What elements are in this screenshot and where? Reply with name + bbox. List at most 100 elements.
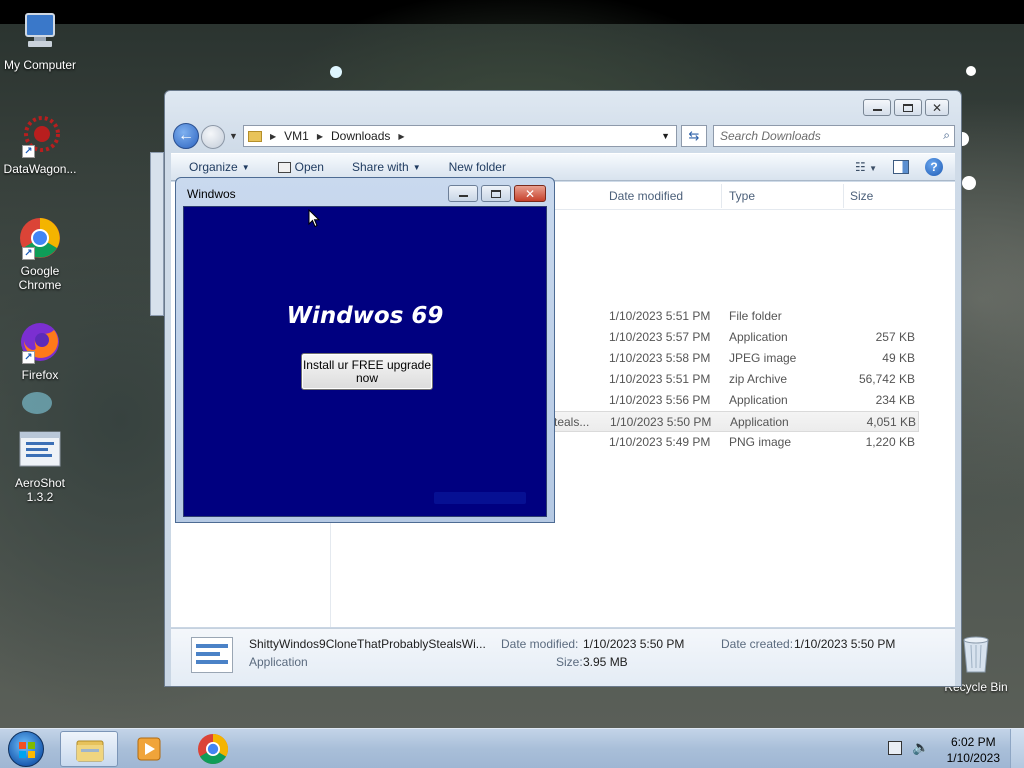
network-icon[interactable]: [888, 741, 902, 755]
row-size: 234 KB: [875, 393, 915, 407]
refresh-button[interactable]: ⇆: [681, 125, 707, 147]
organize-button[interactable]: Organize ▼: [189, 160, 250, 174]
search-icon[interactable]: ⌕: [943, 128, 950, 143]
aeroshot-icon: [18, 428, 62, 472]
desktop-icon-aeroshot[interactable]: AeroShot 1.3.2: [0, 428, 80, 504]
media-player-icon: [137, 737, 161, 761]
column-header-size[interactable]: Size: [850, 189, 873, 203]
search-input[interactable]: Search Downloads ⌕: [713, 125, 955, 147]
help-icon[interactable]: ?: [925, 158, 943, 176]
window-controls: ✕: [863, 99, 949, 116]
view-controls: ☷ ▼ ?: [855, 158, 943, 176]
row-type: JPEG image: [729, 351, 797, 365]
breadcrumb-separator-icon: ▶: [316, 131, 323, 141]
window-title: Windwos: [187, 187, 236, 201]
maximize-icon: [491, 189, 501, 198]
volume-icon[interactable]: 🔈: [912, 739, 929, 756]
details-date-modified: 1/10/2023 5:50 PM: [583, 637, 685, 651]
desktop-icon-label: AeroShot 1.3.2: [14, 476, 66, 504]
folder-icon: [248, 130, 262, 142]
row-size: 257 KB: [875, 330, 915, 344]
address-dropdown-icon[interactable]: ▼: [661, 131, 670, 141]
desktop-icon-firefox[interactable]: ↗ Firefox: [0, 320, 80, 382]
taskbar-explorer-button[interactable]: [60, 731, 118, 767]
minimize-icon: [458, 195, 468, 197]
breadcrumb-separator-icon: ▶: [270, 131, 277, 141]
back-arrow-icon: ←: [178, 127, 194, 144]
row-type: zip Archive: [729, 372, 788, 386]
close-button[interactable]: ✕: [514, 185, 546, 202]
taskbar-chrome-button[interactable]: [184, 731, 242, 767]
clock[interactable]: 6:02 PM 1/10/2023: [947, 734, 1000, 766]
row-size: 1,220 KB: [865, 435, 915, 449]
row-date: 1/10/2023 5:56 PM: [609, 393, 711, 407]
row-date: 1/10/2023 5:57 PM: [609, 330, 711, 344]
address-bar[interactable]: ▶ VM1 ▶ Downloads ▶ ▼: [243, 125, 677, 147]
computer-icon: [18, 10, 62, 54]
maximize-button[interactable]: [894, 99, 922, 116]
desktop-icon-label: DataWagon...: [3, 162, 77, 176]
desktop-icon-label: Google Chrome: [18, 264, 62, 292]
close-icon: ✕: [931, 100, 943, 115]
close-button[interactable]: ✕: [925, 99, 949, 116]
column-header-date-modified[interactable]: Date modified: [609, 189, 683, 203]
preview-pane-icon[interactable]: [893, 160, 909, 174]
desktop-icon-datawagon[interactable]: ↗ DataWagon...: [0, 114, 80, 176]
row-type: PNG image: [729, 435, 792, 449]
minimize-button[interactable]: [863, 99, 891, 116]
row-date: 1/10/2023 5:50 PM: [610, 415, 712, 429]
datawagon-icon: ↗: [18, 114, 62, 158]
background-window-edge: [150, 152, 164, 316]
close-icon: ✕: [524, 186, 536, 201]
maximize-button[interactable]: [481, 185, 511, 202]
shortcut-arrow-icon: ↗: [22, 247, 35, 260]
clock-time: 6:02 PM: [950, 735, 996, 749]
firefox-icon: ↗: [18, 320, 62, 364]
install-upgrade-button[interactable]: Install ur FREE upgrade now: [301, 353, 433, 390]
row-date: 1/10/2023 5:51 PM: [609, 309, 711, 323]
dialog-heading: Windwos 69: [286, 303, 444, 329]
breadcrumb-vm1[interactable]: VM1: [284, 129, 309, 143]
clock-date: 1/10/2023: [946, 751, 1000, 765]
details-filetype: Application: [249, 655, 308, 669]
application-file-icon: [191, 637, 233, 673]
new-folder-button[interactable]: New folder: [449, 160, 506, 174]
windwos-window: Windwos ✕ Windwos 69 Install ur FREE upg…: [175, 177, 555, 523]
row-type: File folder: [729, 309, 782, 323]
share-with-button[interactable]: Share with ▼: [352, 160, 421, 174]
show-desktop-button[interactable]: [1010, 729, 1024, 768]
start-button[interactable]: [8, 731, 44, 767]
row-size: 49 KB: [882, 351, 915, 365]
windows-logo-icon: [19, 742, 35, 758]
column-divider[interactable]: [721, 184, 722, 208]
row-name: teals...: [554, 415, 590, 429]
breadcrumb-downloads[interactable]: Downloads: [331, 129, 390, 143]
minimize-button[interactable]: [448, 185, 478, 202]
details-pane: ShittyWindos9CloneThatProbablyStealsWi..…: [171, 628, 955, 686]
row-date: 1/10/2023 5:49 PM: [609, 435, 711, 449]
hidden-text-mark: [434, 492, 526, 504]
recent-pages-dropdown[interactable]: ▼: [229, 131, 238, 141]
row-date: 1/10/2023 5:51 PM: [609, 372, 711, 386]
taskbar-media-player-button[interactable]: [120, 731, 178, 767]
column-divider[interactable]: [843, 184, 844, 208]
desktop-icon-chrome[interactable]: ↗ Google Chrome: [0, 216, 80, 292]
system-tray: 🔈 6:02 PM 1/10/2023: [874, 729, 1024, 768]
details-date-created-label: Date created:: [721, 637, 794, 651]
details-date-created: 1/10/2023 5:50 PM: [794, 637, 896, 651]
explorer-icon: [76, 740, 104, 762]
view-options-button[interactable]: ☷ ▼: [855, 160, 877, 174]
maximize-icon: [903, 103, 913, 112]
chevron-down-icon: ▼: [241, 162, 250, 172]
back-button[interactable]: ←: [173, 123, 199, 149]
desktop-icon-my-computer[interactable]: My Computer: [0, 10, 80, 72]
shortcut-arrow-icon: ↗: [22, 351, 35, 364]
forward-button[interactable]: [201, 125, 225, 149]
column-header-type[interactable]: Type: [729, 189, 755, 203]
minimize-icon: [872, 109, 882, 111]
open-label: Open: [294, 160, 324, 174]
address-row: ← ▼ ▶ VM1 ▶ Downloads ▶ ▼ ⇆ Search Downl…: [173, 123, 955, 149]
mouse-cursor-icon: [308, 209, 320, 228]
shortcut-arrow-icon: ↗: [22, 145, 35, 158]
open-button[interactable]: Open: [277, 160, 324, 174]
